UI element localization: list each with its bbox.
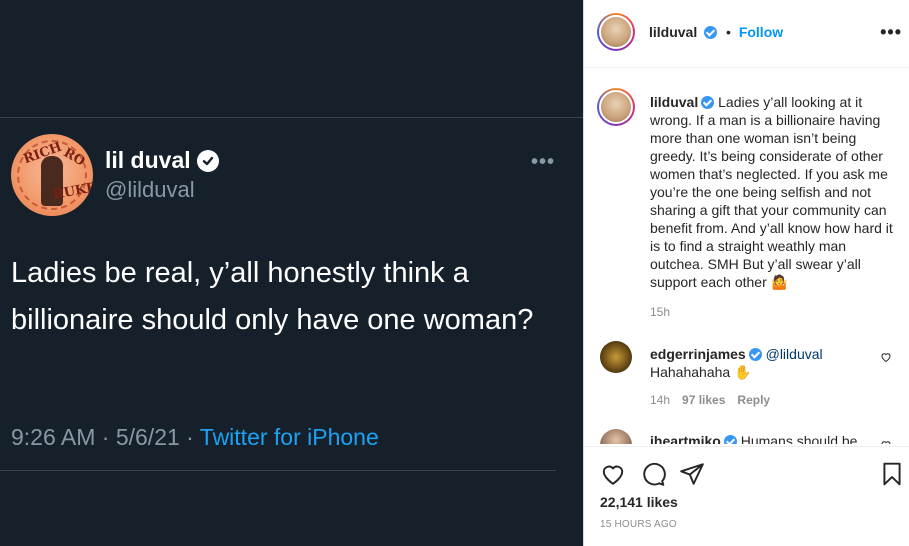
avatar[interactable]	[600, 429, 632, 444]
comment-username[interactable]: edgerrinjames	[650, 346, 746, 362]
likes-count[interactable]: 22,141 likes	[600, 494, 678, 510]
tweet-more-icon: •••	[531, 151, 556, 173]
comment-time[interactable]: 14h	[650, 393, 670, 407]
comment-mention[interactable]: @lilduval	[766, 346, 823, 362]
header-username[interactable]: lilduval	[649, 24, 697, 40]
tweet-handle: @lilduval	[105, 177, 195, 202]
verified-icon	[196, 149, 219, 172]
caption-username[interactable]: lilduval	[650, 94, 698, 110]
divider	[0, 470, 556, 471]
verified-icon	[748, 348, 762, 361]
save-bookmark-icon[interactable]	[879, 461, 905, 487]
avatar[interactable]	[597, 13, 635, 51]
like-heart-icon[interactable]	[600, 461, 626, 487]
post-panel: lilduval • Follow ••• lilduval Ladies y’…	[583, 0, 909, 546]
comment-username[interactable]: iheartmiko	[650, 433, 721, 444]
caption-text: Ladies y’all looking at it wrong. If a m…	[650, 94, 893, 290]
post-header: lilduval • Follow •••	[584, 0, 909, 68]
tweet-display-name: lil duval	[105, 147, 219, 174]
like-comment-heart-icon[interactable]	[880, 439, 892, 444]
caption-time[interactable]: 15h	[650, 305, 670, 319]
tweet-meta: 9:26 AM · 5/6/21 · Twitter for iPhone	[11, 424, 379, 450]
tweet-avatar: RICH RO RUKE	[11, 134, 93, 216]
comments-list[interactable]: lilduval Ladies y’all looking at it wron…	[584, 69, 909, 444]
post-actions: 22,141 likes 15 HOURS AGO	[584, 446, 909, 546]
verified-icon	[704, 26, 718, 39]
comment-likes[interactable]: 97 likes	[682, 393, 725, 407]
post-image[interactable]: RICH RO RUKE lil duval @lilduval ••• Lad…	[0, 0, 583, 546]
divider	[0, 117, 583, 118]
tweet-text: Ladies be real, y’all honestly think a b…	[11, 257, 534, 336]
comment-text: Hahahahaha ✋	[650, 364, 752, 380]
share-icon[interactable]	[679, 461, 705, 487]
post-date[interactable]: 15 HOURS AGO	[600, 519, 677, 530]
like-comment-heart-icon[interactable]	[880, 351, 892, 363]
verified-icon	[723, 435, 737, 444]
tweet-source: Twitter for iPhone	[199, 424, 379, 450]
verified-icon	[701, 96, 715, 109]
comment-icon[interactable]	[640, 461, 666, 487]
more-options-icon[interactable]: •••	[880, 22, 902, 43]
avatar[interactable]	[597, 88, 635, 126]
reply-button[interactable]: Reply	[737, 393, 770, 407]
follow-button[interactable]: Follow	[739, 24, 783, 40]
comment-text: Humans should be	[740, 433, 858, 444]
avatar[interactable]	[600, 341, 632, 373]
